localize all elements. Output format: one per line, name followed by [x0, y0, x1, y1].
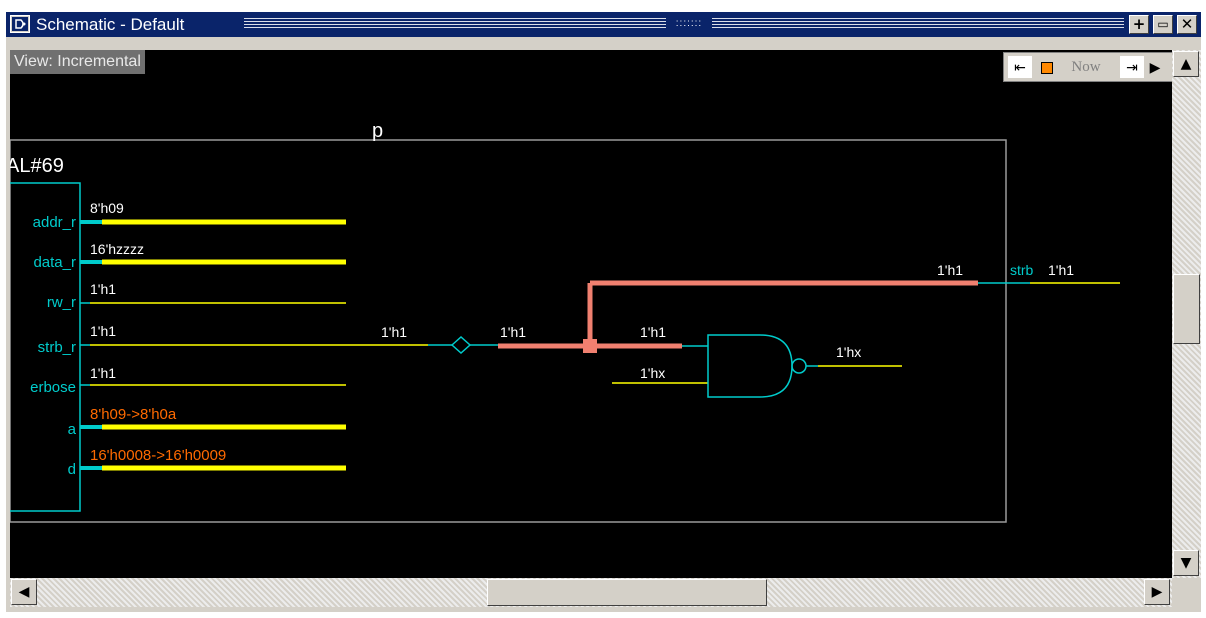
now-marker-icon: [1040, 56, 1054, 78]
module-label: p: [372, 120, 383, 142]
nand-in-a-label: 1'h1: [640, 324, 666, 340]
previous-transition-icon: ⇤: [1014, 59, 1026, 75]
port-a: a: [68, 421, 77, 438]
nand-bubble: [791, 358, 807, 374]
nand-out-label: 1'hx: [836, 344, 861, 360]
horizontal-scroll-thumb[interactable]: [487, 579, 767, 606]
rw-value: 1'h1: [90, 281, 116, 297]
previous-transition-button[interactable]: ⇤: [1008, 56, 1032, 78]
scroll-up-button[interactable]: ▲: [1173, 51, 1199, 77]
maximize-button[interactable]: +: [1129, 15, 1149, 34]
view-mode-label: View: Incremental: [10, 50, 145, 74]
verbose-value: 1'h1: [90, 365, 116, 381]
addr-value: 8'h09: [90, 200, 124, 216]
vertical-scrollbar[interactable]: ▲ ▼: [1172, 50, 1201, 578]
a-value: 8'h09->8'h0a: [90, 406, 177, 423]
strb-value: 1'h1: [90, 323, 116, 339]
strb-port-label: strb: [1010, 262, 1034, 278]
vertical-scroll-thumb[interactable]: [1173, 274, 1200, 344]
restore-button[interactable]: ▭: [1153, 15, 1173, 34]
scroll-right-button[interactable]: ▶: [1144, 579, 1170, 605]
close-button[interactable]: ✕: [1177, 15, 1197, 34]
port-addr-r: addr_r: [33, 214, 76, 231]
data-value: 16'hzzzz: [90, 241, 144, 257]
next-transition-button[interactable]: ⇥: [1120, 56, 1144, 78]
strb-in-label: 1'h1: [381, 324, 407, 340]
instance-label: AL#69: [10, 155, 64, 177]
strb-out-value-label: 1'h1: [937, 262, 963, 278]
port-rw-r: rw_r: [47, 294, 76, 311]
port-verbose: erbose: [30, 379, 76, 396]
buffer-diamond[interactable]: [450, 335, 472, 355]
title-grip-left: [244, 18, 666, 30]
nand-in-b-label: 1'hx: [640, 365, 665, 381]
schematic-canvas[interactable]: p AL#69 addr_r data_r rw_r strb_r erbose…: [10, 50, 1172, 578]
buffer-out-label: 1'h1: [500, 324, 526, 340]
port-data-r: data_r: [33, 254, 76, 271]
strb-port-value: 1'h1: [1048, 262, 1074, 278]
title-grip-dots[interactable]: :::::::: [666, 17, 712, 31]
schematic-window-icon: [10, 15, 30, 33]
next-transition-icon: ⇥: [1126, 59, 1138, 75]
highlighted-net[interactable]: [498, 280, 978, 349]
scrollbar-corner: [1172, 578, 1201, 607]
schematic-drawing: p AL#69 addr_r data_r rw_r strb_r erbose…: [10, 120, 1120, 523]
title-grip-right: [712, 18, 1124, 30]
net-junction: [583, 339, 597, 353]
port-strb-r: strb_r: [38, 339, 76, 356]
d-value: 16'h0008->16'h0009: [90, 447, 226, 464]
horizontal-scrollbar[interactable]: ◀ ▶: [10, 578, 1172, 607]
window-title: Schematic - Default: [36, 15, 185, 34]
scroll-left-button[interactable]: ◀: [11, 579, 37, 605]
window-titlebar[interactable]: Schematic - Default ::::::: + ▭ ✕: [6, 12, 1201, 37]
now-button[interactable]: Now: [1056, 56, 1116, 78]
time-toolbar: ⇤ Now ⇥ ▶: [1003, 52, 1173, 82]
scroll-down-button[interactable]: ▼: [1173, 550, 1199, 576]
nand-gate[interactable]: [707, 334, 793, 398]
port-d: d: [68, 461, 76, 478]
toolbar-more-icon[interactable]: ▶: [1148, 56, 1162, 78]
